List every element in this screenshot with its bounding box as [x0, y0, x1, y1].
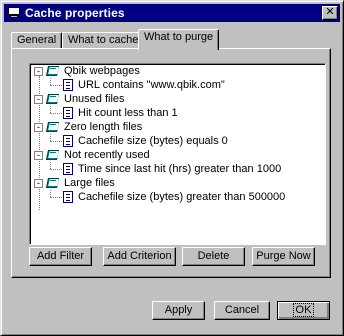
ok-button[interactable]: OK — [277, 301, 330, 320]
computer-icon — [7, 7, 21, 19]
cancel-button[interactable]: Cancel — [214, 301, 270, 320]
window-title: Cache properties — [25, 6, 125, 20]
tree-connector — [50, 169, 62, 170]
tree-connector — [50, 78, 51, 85]
tree-filter-node[interactable]: - Not recently used — [34, 148, 150, 162]
tree-node-label: Cachefile size (bytes) equals 0 — [78, 135, 228, 147]
what-to-purge-panel: - Qbik webpages URL contains "www.qbik.c… — [11, 48, 331, 278]
tree-node-label: Qbik webpages — [64, 65, 140, 77]
collapse-icon[interactable]: - — [34, 150, 43, 160]
tree-connector — [50, 85, 62, 86]
book-icon — [45, 177, 60, 189]
document-icon — [63, 107, 73, 119]
book-icon — [45, 149, 60, 161]
tab-what-to-purge[interactable]: What to purge — [138, 29, 220, 50]
tree-connector — [50, 197, 62, 198]
tree-node-label: URL contains "www.qbik.com" — [78, 79, 225, 91]
tree-node-label: Large files — [64, 177, 115, 189]
book-icon — [45, 121, 60, 133]
tree-criterion-node[interactable]: Time since last hit (hrs) greater than 1… — [63, 162, 281, 176]
tab-what-to-cache[interactable]: What to cache — [62, 32, 145, 49]
document-icon — [63, 163, 73, 175]
ok-button-label: OK — [292, 303, 315, 317]
collapse-icon[interactable]: - — [34, 94, 43, 104]
document-icon — [63, 191, 73, 203]
tree-connector — [50, 113, 62, 114]
collapse-icon[interactable]: - — [34, 178, 43, 188]
book-icon — [45, 93, 60, 105]
tree-filter-node[interactable]: - Unused files — [34, 92, 125, 106]
tree-criterion-node[interactable]: Hit count less than 1 — [63, 106, 178, 120]
tree-criterion-node[interactable]: Cachefile size (bytes) greater than 5000… — [63, 190, 285, 204]
tree-connector — [50, 190, 51, 197]
purge-now-button[interactable]: Purge Now — [252, 247, 315, 266]
tree-filter-node[interactable]: - Large files — [34, 176, 115, 190]
purge-filter-tree[interactable]: - Qbik webpages URL contains "www.qbik.c… — [29, 63, 326, 245]
tree-criterion-node[interactable]: URL contains "www.qbik.com" — [63, 78, 225, 92]
book-icon — [45, 65, 60, 77]
document-icon — [63, 79, 73, 91]
tree-node-label: Time since last hit (hrs) greater than 1… — [78, 163, 282, 175]
collapse-icon[interactable]: - — [34, 66, 43, 76]
cache-properties-window: Cache properties ✕ General What to cache… — [0, 0, 344, 336]
collapse-icon[interactable]: - — [34, 122, 43, 132]
tree-connector — [50, 162, 51, 169]
tree-node-label: Hit count less than 1 — [78, 107, 178, 119]
tree-filter-node[interactable]: - Qbik webpages — [34, 64, 140, 78]
tree-node-label: Cachefile size (bytes) greater than 5000… — [78, 191, 286, 203]
tree-node-label: Zero length files — [64, 121, 143, 133]
tree-node-label: Unused files — [64, 93, 125, 105]
delete-button[interactable]: Delete — [182, 247, 245, 266]
close-button[interactable]: ✕ — [322, 6, 338, 20]
tree-node-label: Not recently used — [64, 149, 150, 161]
tree-connector — [50, 141, 62, 142]
tree-connector — [50, 106, 51, 113]
tree-filter-node[interactable]: - Zero length files — [34, 120, 142, 134]
tree-connector — [50, 134, 51, 141]
tree-criterion-node[interactable]: Cachefile size (bytes) equals 0 — [63, 134, 228, 148]
document-icon — [63, 135, 73, 147]
add-criterion-button[interactable]: Add Criterion — [103, 247, 176, 266]
add-filter-button[interactable]: Add Filter — [29, 247, 92, 266]
title-bar[interactable]: Cache properties ✕ — [4, 4, 340, 22]
tab-general[interactable]: General — [11, 32, 63, 49]
apply-button[interactable]: Apply — [152, 301, 205, 320]
